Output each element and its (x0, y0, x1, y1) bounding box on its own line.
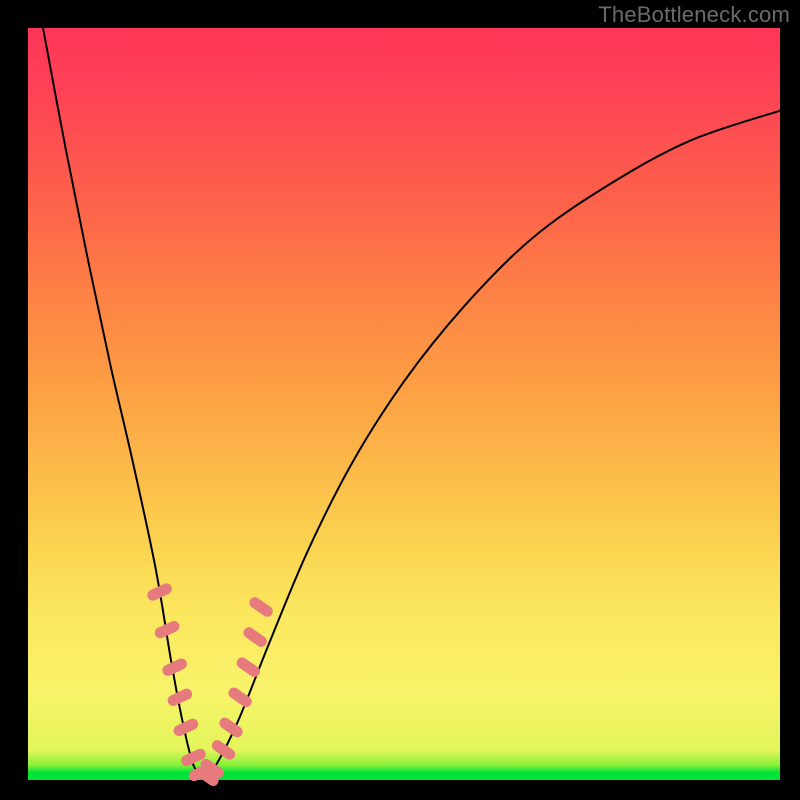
highlight-marker (226, 685, 254, 709)
highlight-marker-group (145, 582, 274, 789)
highlight-marker (234, 655, 262, 679)
chart-frame: { "watermark": "TheBottleneck.com", "col… (0, 0, 800, 800)
highlight-marker (241, 625, 269, 649)
highlight-marker (247, 595, 275, 619)
highlight-marker (160, 657, 188, 678)
bottleneck-curve-line (43, 28, 780, 776)
watermark-text: TheBottleneck.com (598, 2, 790, 28)
bottleneck-curve-svg (28, 28, 780, 780)
highlight-marker (210, 738, 238, 762)
